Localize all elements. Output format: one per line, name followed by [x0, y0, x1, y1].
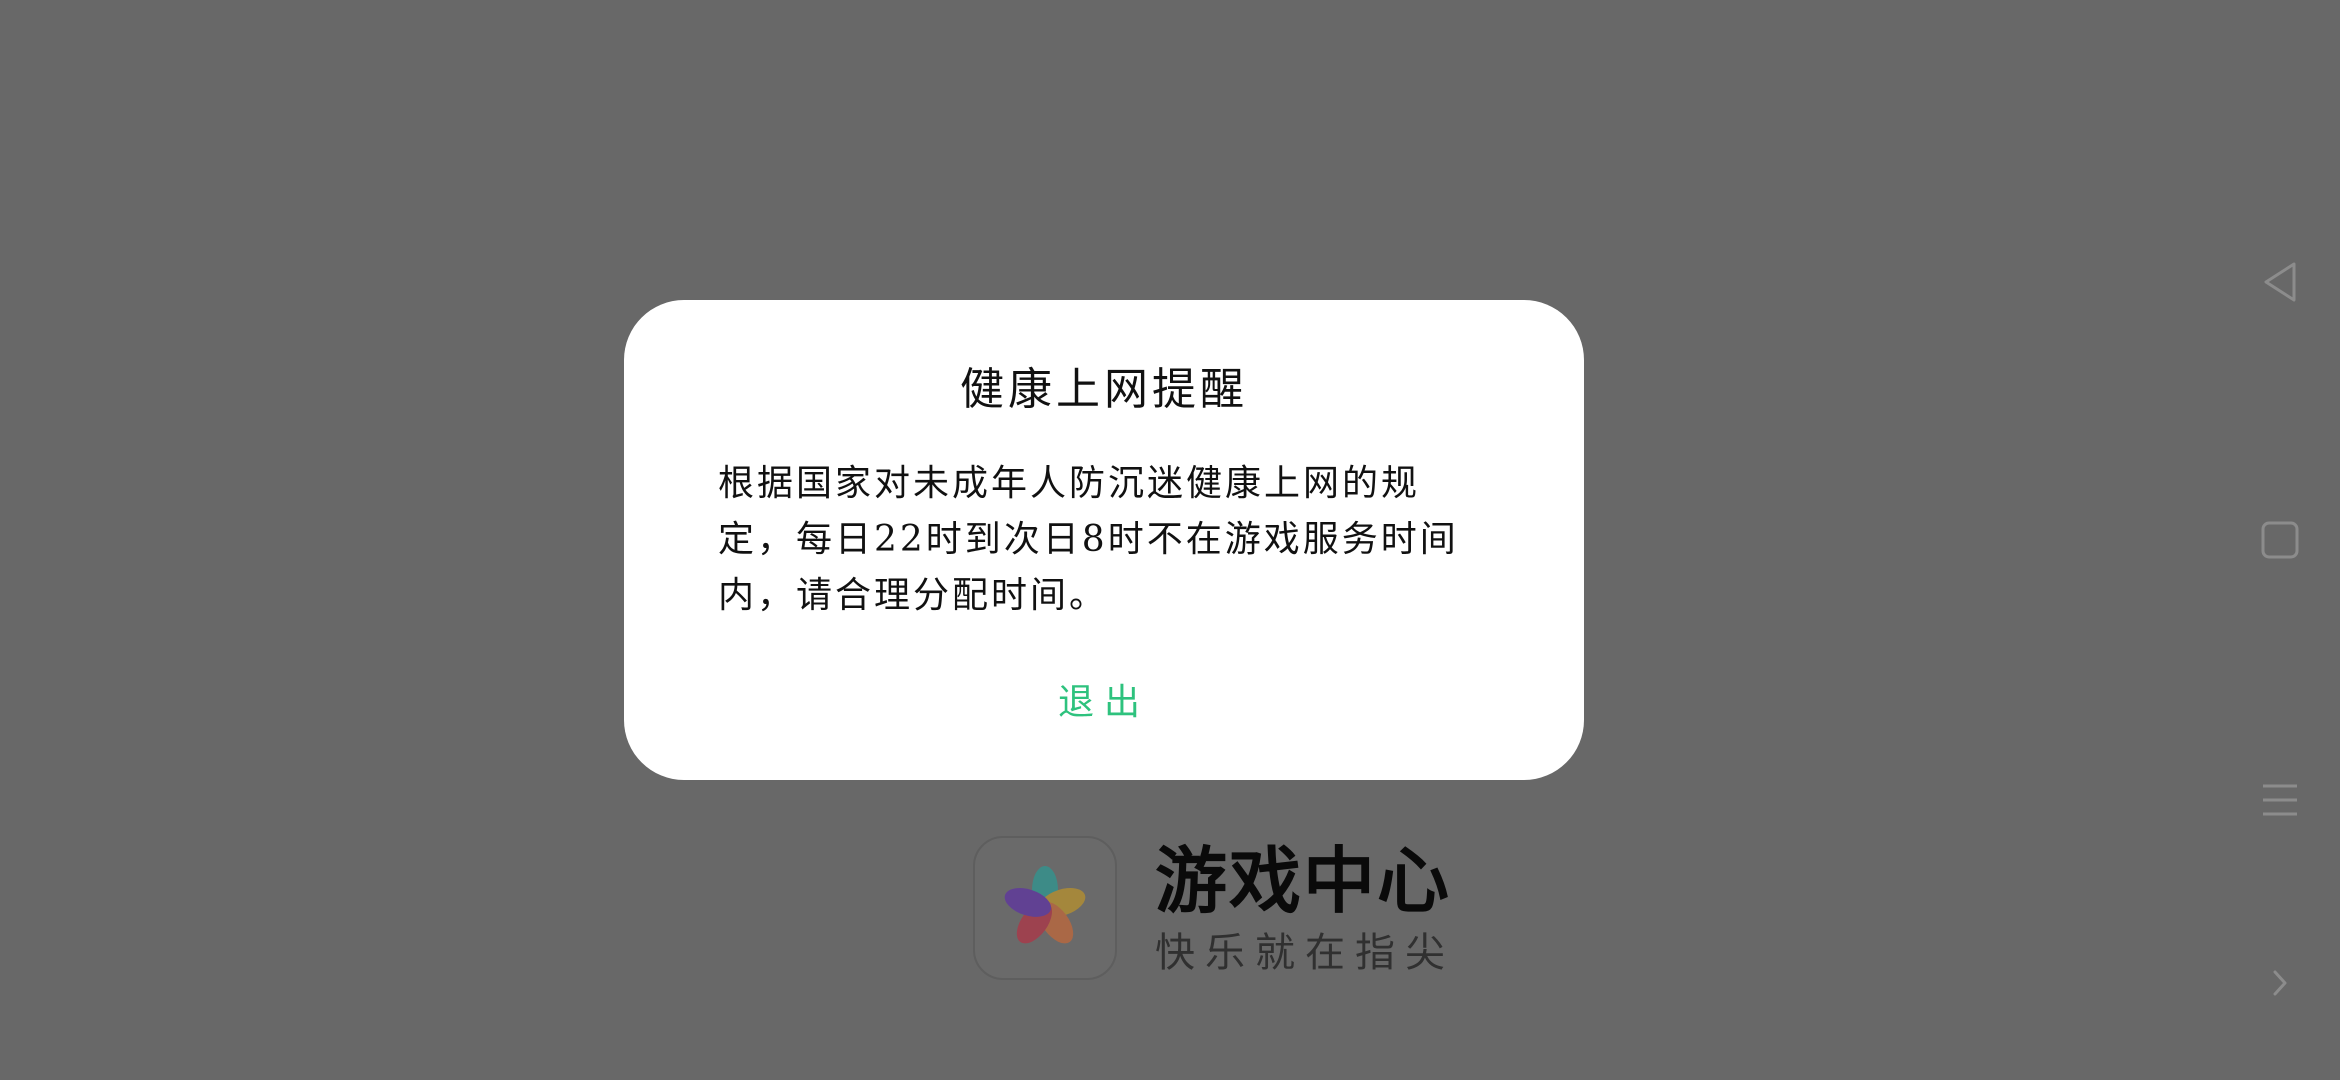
colorful-star-logo-icon [973, 836, 1117, 980]
app-slogan: 快乐就在指尖 [1155, 930, 1455, 976]
splash-branding: 游戏中心 快乐就在指尖 [973, 836, 1455, 980]
splash-text: 游戏中心 快乐就在指尖 [1155, 839, 1455, 977]
chevron-right-icon[interactable] [2250, 953, 2310, 1013]
exit-button[interactable]: 退出 [1034, 672, 1174, 732]
system-navigation-bar [2220, 0, 2340, 1080]
home-square-icon[interactable] [2250, 510, 2310, 570]
screen: 游戏中心 快乐就在指尖 健康上网提醒 根据国家对未成年人防沉迷健康上网的规定，每… [0, 0, 2340, 1080]
app-name: 游戏中心 [1155, 839, 1452, 923]
dialog-message: 根据国家对未成年人防沉迷健康上网的规定，每日22时到次日8时不在游戏服务时间内，… [718, 463, 1459, 616]
back-triangle-icon[interactable] [2250, 252, 2310, 312]
dialog-title: 健康上网提醒 [960, 364, 1248, 415]
health-reminder-dialog: 健康上网提醒 根据国家对未成年人防沉迷健康上网的规定，每日22时到次日8时不在游… [624, 300, 1584, 780]
menu-lines-icon[interactable] [2250, 770, 2310, 830]
